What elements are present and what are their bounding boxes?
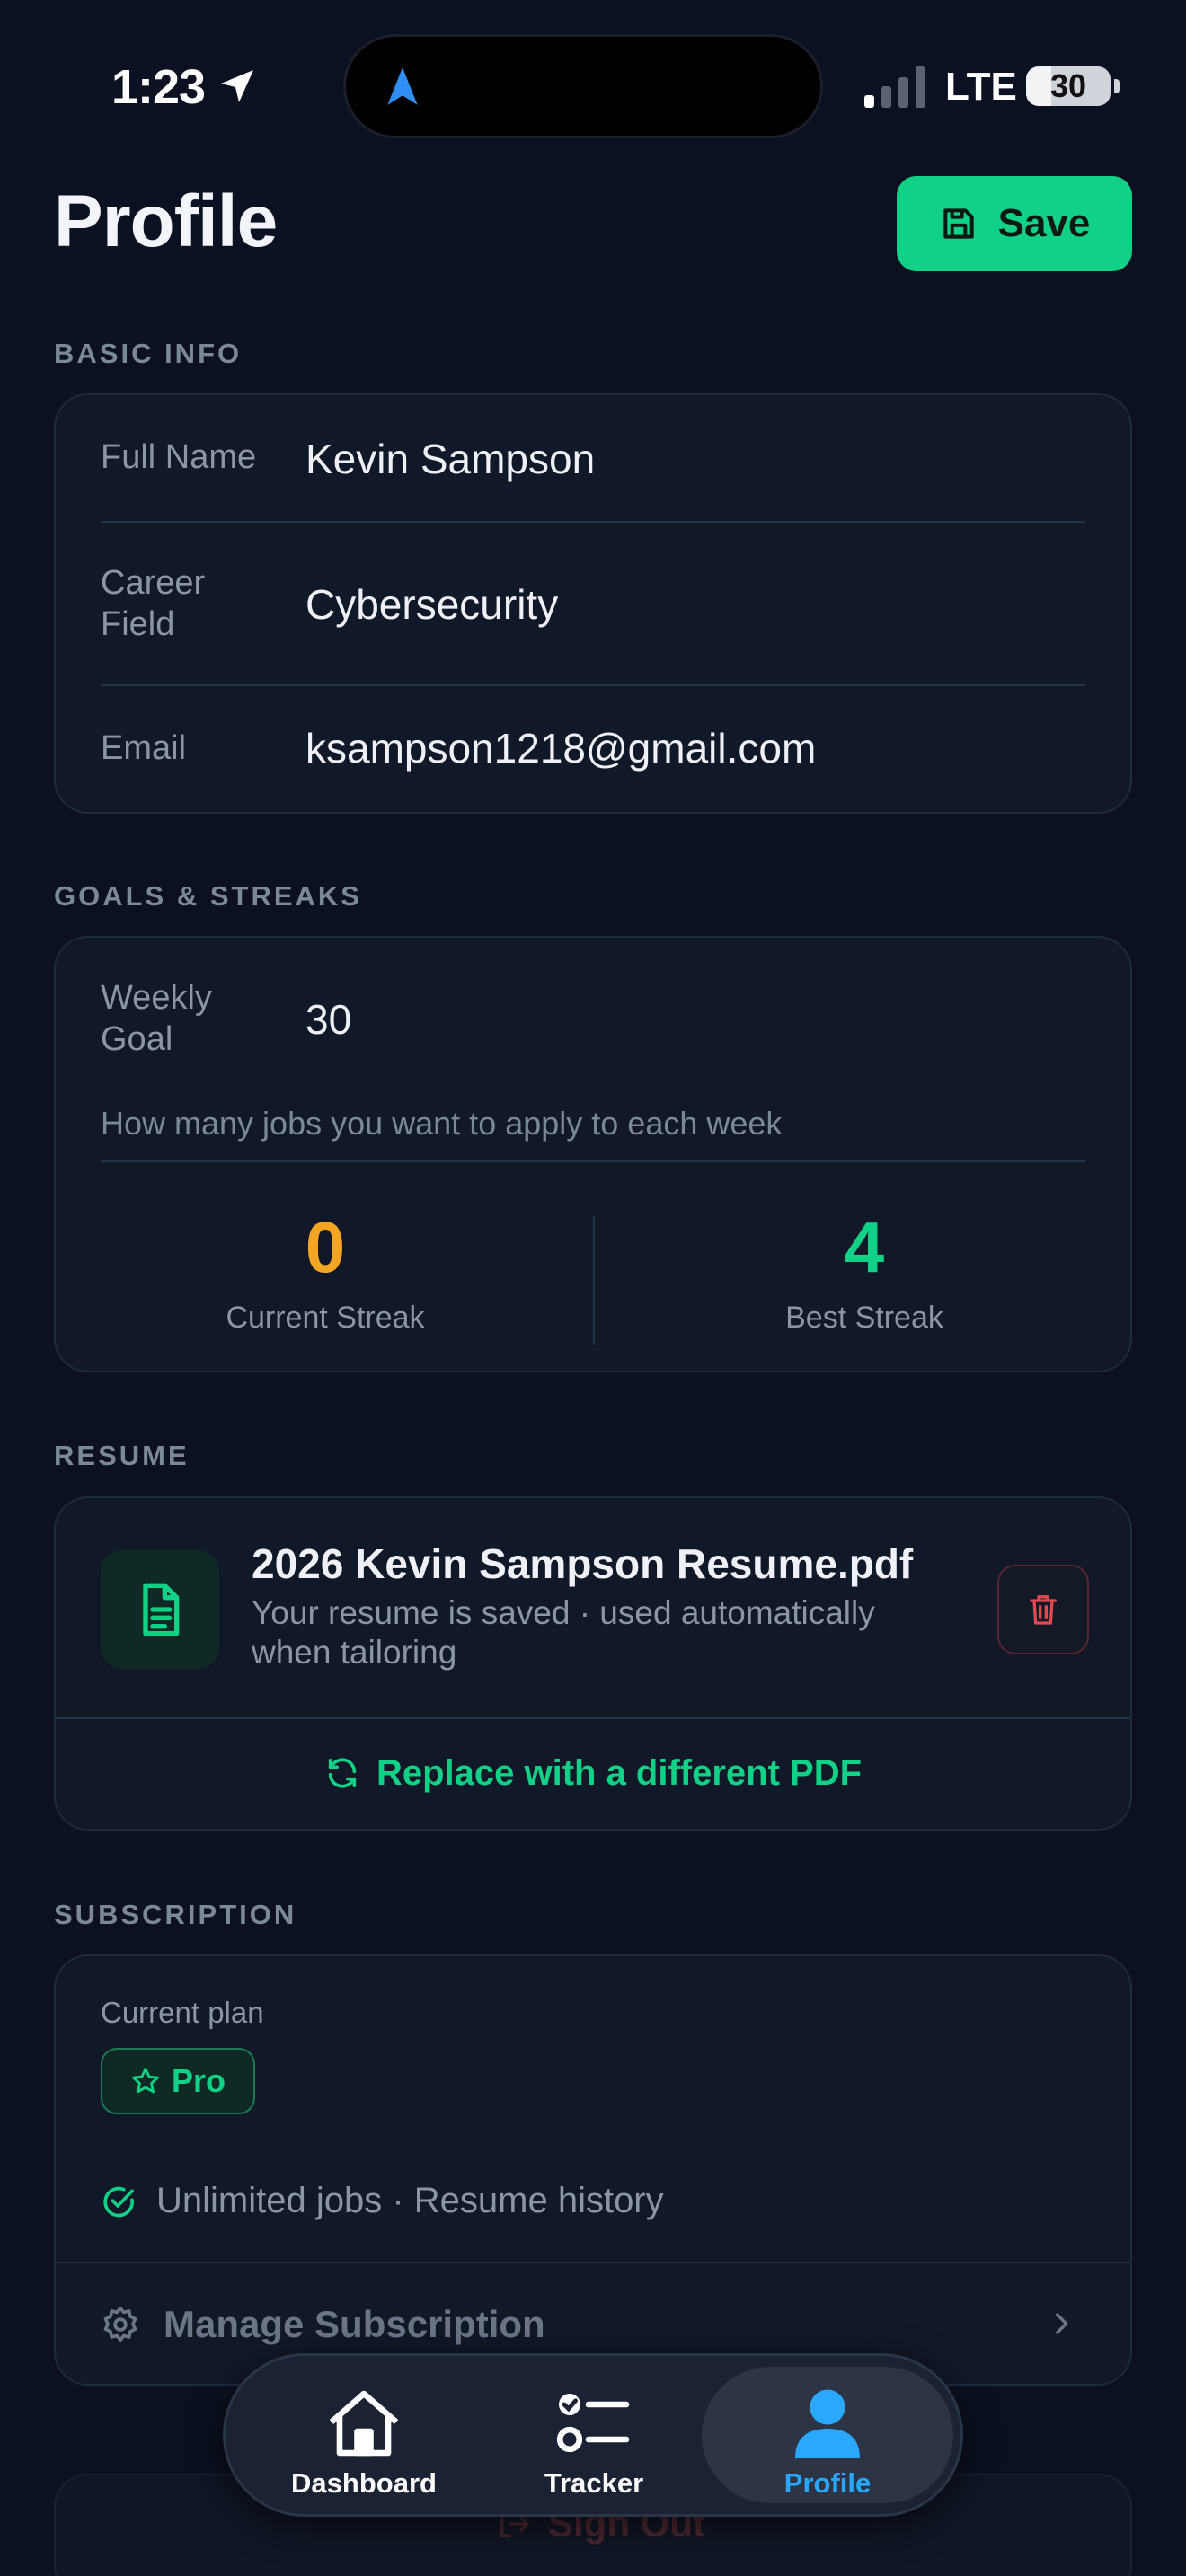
replace-pdf-label: Replace with a different PDF <box>376 1752 863 1793</box>
best-streak-label: Best Streak <box>785 1301 943 1335</box>
chevron-right-icon <box>1056 2313 1068 2334</box>
basic-info-card: Full Name Kevin Sampson Career Field Cyb… <box>54 393 1132 814</box>
current-streak: 0 Current Streak <box>56 1207 595 1336</box>
save-label: Save <box>997 201 1091 245</box>
replace-pdf-button[interactable]: Replace with a different PDF <box>56 1717 1130 1827</box>
email-label: Email <box>101 729 187 767</box>
status-bar: 1:23 LTE 30 <box>0 0 1186 171</box>
divider <box>101 1160 1085 1162</box>
tab-profile[interactable]: Profile <box>702 2367 953 2503</box>
best-streak: 4 Best Streak <box>595 1207 1134 1336</box>
goals-card: Weekly Goal 30 How many jobs you want to… <box>54 936 1132 1372</box>
section-label-subscription: SUBSCRIPTION <box>54 1899 297 1930</box>
current-streak-label: Current Streak <box>226 1301 425 1335</box>
divider <box>101 684 1085 686</box>
battery-icon: 30 <box>1026 66 1111 106</box>
section-label-goals: GOALS & STREAKS <box>54 880 362 912</box>
plan-name: Pro <box>171 2062 226 2099</box>
trash-icon <box>1030 1595 1057 1625</box>
divider <box>101 521 1085 523</box>
battery-cap <box>1114 79 1120 93</box>
section-label-resume: RESUME <box>54 1440 190 1471</box>
dynamic-island <box>343 34 823 138</box>
plan-features-text: Unlimited jobs · Resume history <box>156 2181 664 2220</box>
tab-profile-label: Profile <box>783 2467 872 2499</box>
location-arrow-icon <box>221 70 253 102</box>
delete-resume-button[interactable] <box>997 1565 1089 1654</box>
subscription-card: Current plan Pro Unlimited jobs · Resume… <box>54 1954 1132 2386</box>
save-button[interactable]: Save <box>897 176 1132 271</box>
navigation-arrow-icon <box>387 67 418 105</box>
tab-dashboard[interactable]: Dashboard <box>238 2367 490 2503</box>
current-streak-value: 0 <box>305 1207 346 1287</box>
weekly-goal-field[interactable]: 30 <box>305 995 351 1044</box>
current-plan-label: Current plan <box>101 1996 264 2029</box>
weekly-goal-label: Weekly Goal <box>101 979 212 1058</box>
resume-description: Your resume is saved · used automaticall… <box>252 1594 875 1671</box>
refresh-icon <box>328 1758 357 1788</box>
check-circle-icon <box>103 2186 134 2217</box>
tab-bar: Dashboard Tracker Profile <box>223 2353 963 2517</box>
battery-level: 30 <box>1049 67 1087 104</box>
plan-features: Unlimited jobs · Resume history <box>101 2181 664 2221</box>
file-icon-box <box>101 1550 219 1669</box>
page-title: Profile <box>54 181 278 262</box>
home-icon <box>329 2390 399 2457</box>
document-icon <box>143 1583 180 1636</box>
signal-icon <box>864 66 925 108</box>
gear-icon <box>103 2306 137 2342</box>
network-label: LTE <box>945 65 1017 109</box>
resume-card: 2026 Kevin Sampson Resume.pdf Your resum… <box>54 1496 1132 1831</box>
tab-dashboard-label: Dashboard <box>291 2467 437 2499</box>
weekly-goal-hint: How many jobs you want to apply to each … <box>101 1105 783 1142</box>
career-field-label: Career Field <box>101 564 206 643</box>
email-field[interactable]: ksampson1218@gmail.com <box>305 724 816 772</box>
plan-badge: Pro <box>101 2048 255 2114</box>
person-icon <box>795 2389 860 2458</box>
resume-file-name: 2026 Kevin Sampson Resume.pdf <box>252 1540 914 1587</box>
section-label-basic-info: BASIC INFO <box>54 338 243 369</box>
profile-screen: 1:23 LTE 30 Profile Save BASIC INFO Full… <box>0 0 1186 2576</box>
career-field-value[interactable]: Cybersecurity <box>305 580 558 629</box>
tab-tracker-label: Tracker <box>544 2467 644 2499</box>
tab-tracker[interactable]: Tracker <box>468 2367 720 2503</box>
best-streak-value: 4 <box>844 1207 885 1287</box>
save-icon <box>943 208 974 239</box>
full-name-label: Full Name <box>101 438 257 476</box>
manage-subscription-label: Manage Subscription <box>164 2303 545 2345</box>
status-time: 1:23 <box>111 60 206 114</box>
star-icon <box>132 2068 159 2094</box>
checklist-icon <box>556 2394 630 2453</box>
full-name-field[interactable]: Kevin Sampson <box>305 435 595 483</box>
